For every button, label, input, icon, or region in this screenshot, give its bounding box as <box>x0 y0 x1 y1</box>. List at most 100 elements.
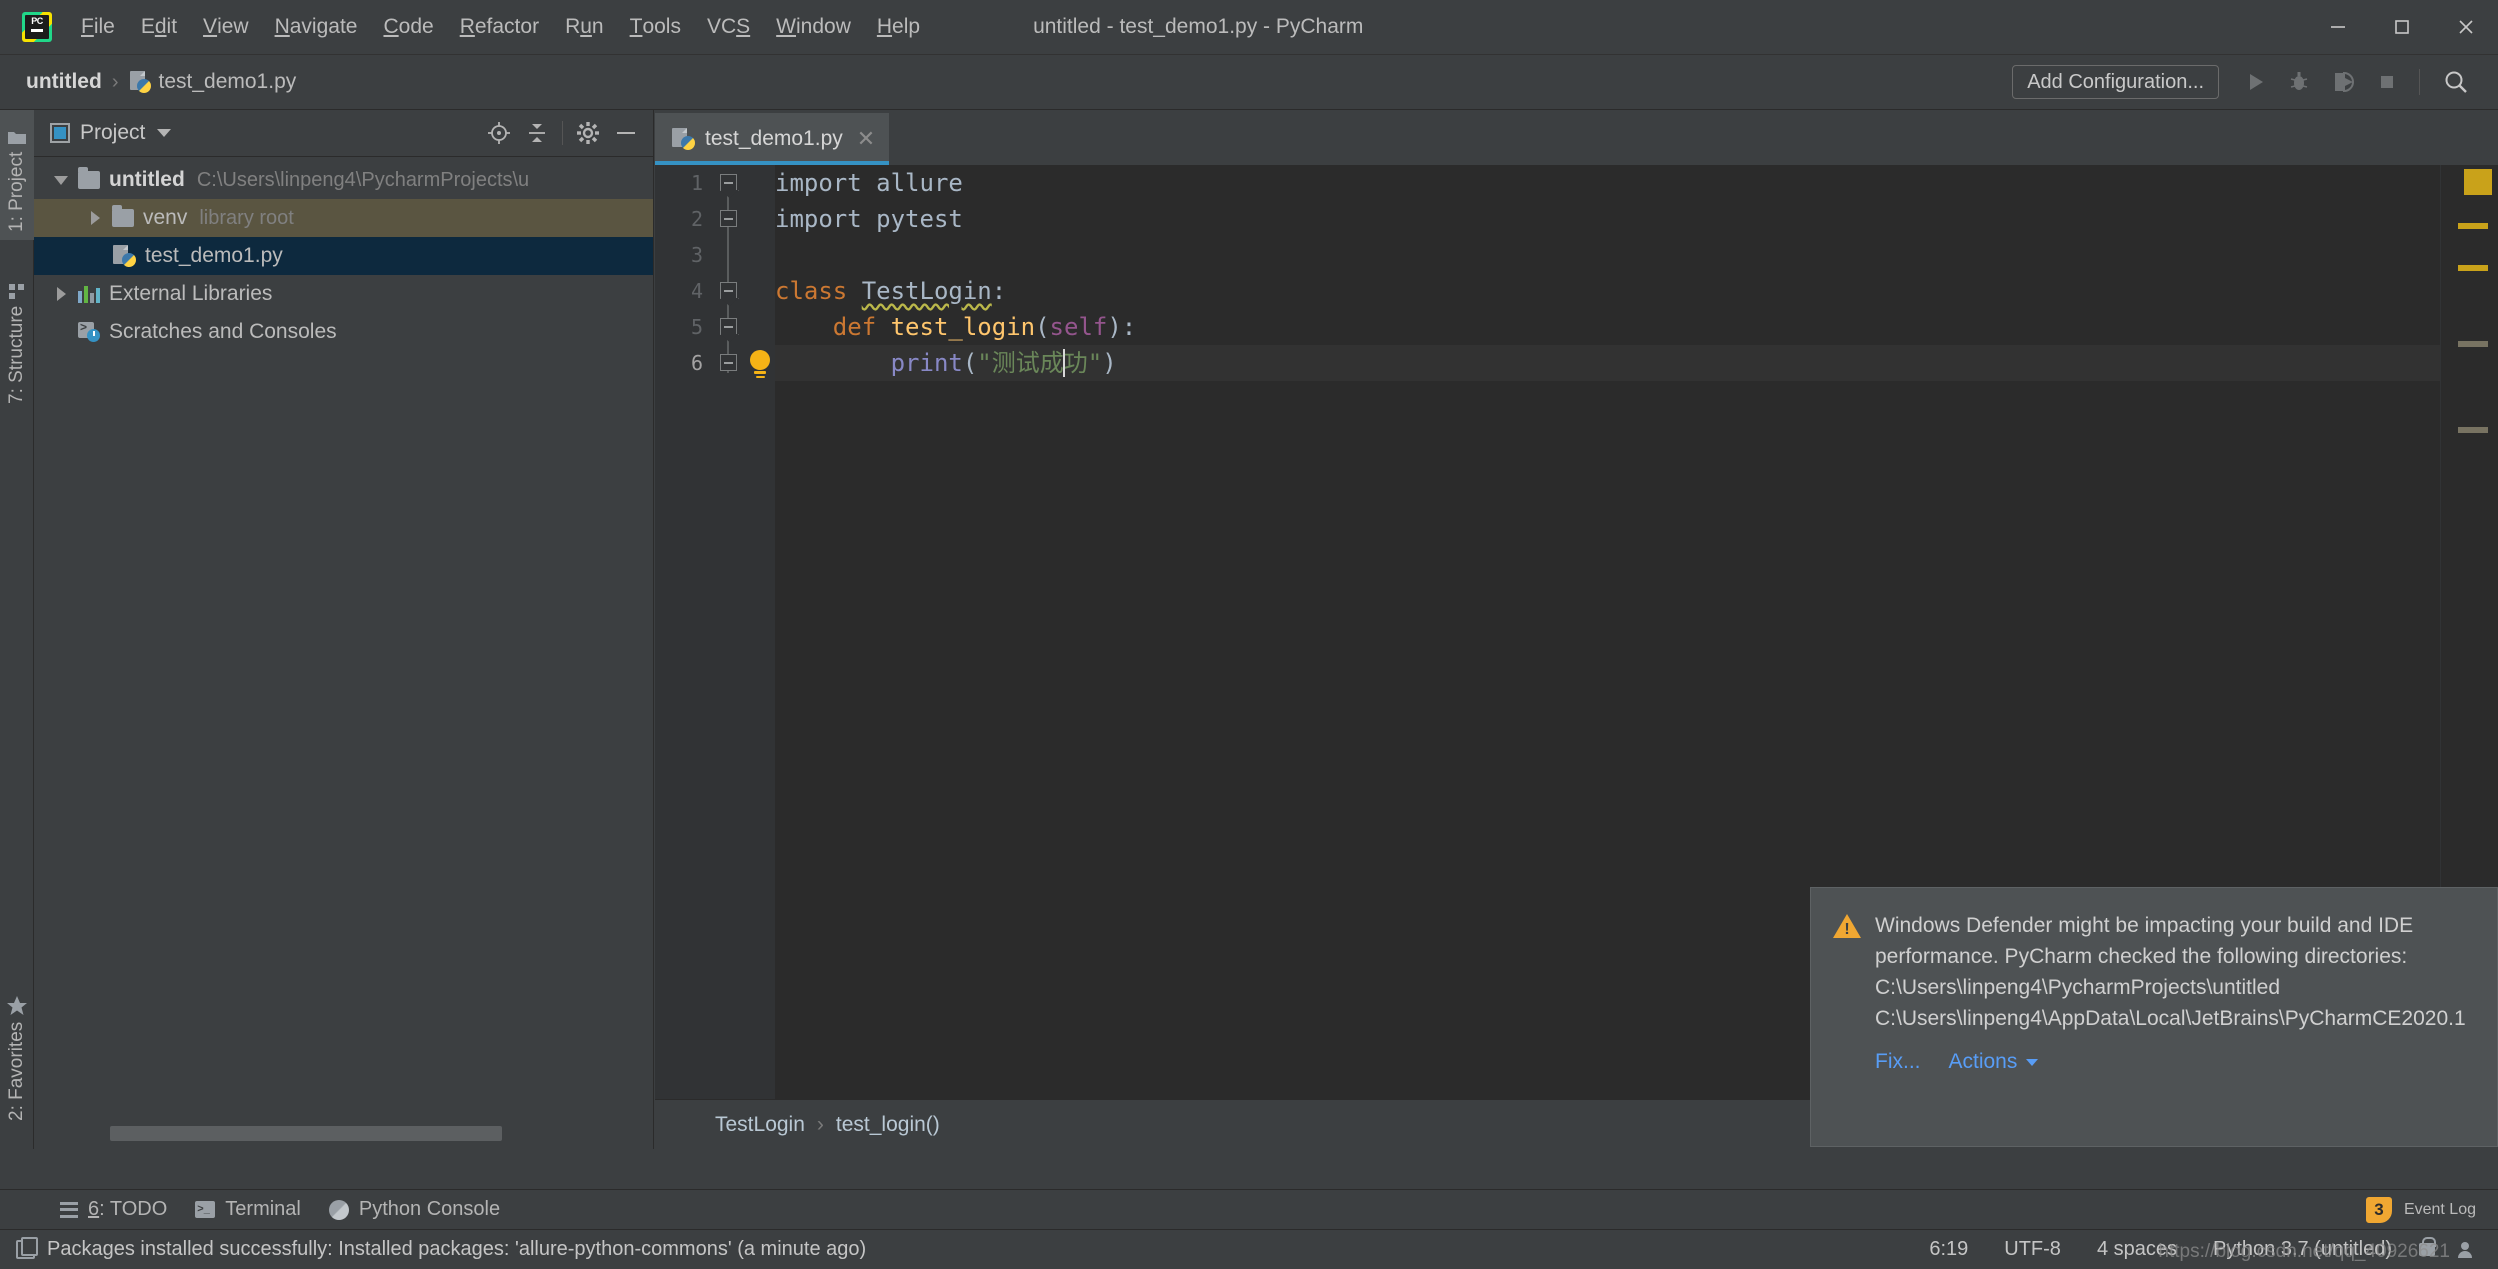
scratches-icon <box>78 320 100 342</box>
event-log-count-badge: 3 <box>2365 1196 2392 1223</box>
close-icon[interactable]: ✕ <box>857 126 875 152</box>
fold-marker[interactable] <box>720 174 737 191</box>
maximize-button[interactable] <box>2370 0 2434 55</box>
menu-item-code[interactable]: Code <box>370 0 446 54</box>
user-icon[interactable] <box>2448 1236 2482 1264</box>
python-file-icon <box>671 128 695 150</box>
indent-widget[interactable]: 4 spaces <box>2079 1238 2195 1261</box>
stripe-label-favorites: 2: Favorites <box>6 1021 27 1121</box>
actions-link[interactable]: Actions <box>1949 1050 2018 1074</box>
bottom-tool-stripe: 6: TODO >_ Terminal Python Console 3 Eve… <box>0 1189 2498 1229</box>
line-number: 3 <box>690 243 703 267</box>
menu-item-run[interactable]: Run <box>552 0 617 54</box>
twisty-down-icon[interactable] <box>44 175 78 185</box>
lock-icon[interactable] <box>2410 1236 2444 1264</box>
fold-marker[interactable] <box>720 210 737 227</box>
status-bar: Packages installed successfully: Install… <box>0 1229 2498 1269</box>
breadcrumb-method[interactable]: test_login() <box>836 1113 940 1137</box>
tree-label: venv <box>143 206 188 229</box>
notification-text: Windows Defender might be impacting your… <box>1875 914 2466 1030</box>
libraries-icon <box>78 285 100 303</box>
menu-item-window[interactable]: Window <box>763 0 864 54</box>
notification-actions: Fix... Actions <box>1875 1050 2471 1074</box>
change-marker[interactable] <box>2458 341 2488 347</box>
breadcrumb-file[interactable]: test_demo1.py <box>125 67 301 97</box>
tree-label: External Libraries <box>109 282 273 305</box>
tool-button-event-log[interactable]: 3 Event Log <box>2365 1196 2498 1223</box>
python-console-label: Python Console <box>358 1198 501 1220</box>
hide-panel-icon[interactable] <box>607 114 645 152</box>
locate-icon[interactable] <box>480 114 518 152</box>
tree-node-scratches-and-consoles[interactable]: Scratches and Consoles <box>34 313 653 351</box>
project-panel-title[interactable]: Project <box>50 121 172 145</box>
menu-item-edit[interactable]: Ed it <box>128 0 190 54</box>
menu-item-navigate[interactable]: Navigate <box>262 0 371 54</box>
caret-position-widget[interactable]: 6:19 <box>1911 1238 1986 1261</box>
tree-label: test_demo1.py <box>145 244 283 267</box>
project-hscrollbar-thumb[interactable] <box>110 1126 502 1141</box>
twisty-right-icon[interactable] <box>78 211 112 225</box>
menu-item-file[interactable]: File <box>68 0 128 54</box>
menu-item-refactor[interactable]: Refactor <box>447 0 552 54</box>
status-message-area[interactable]: Packages installed successfully: Install… <box>16 1237 866 1261</box>
fold-marker[interactable] <box>720 282 737 299</box>
fold-marker[interactable] <box>720 318 737 335</box>
tree-node-venv[interactable]: venv library root <box>34 199 653 237</box>
change-marker[interactable] <box>2458 427 2488 433</box>
menu-item-help[interactable]: Help <box>864 0 933 54</box>
project-panel-toolbar <box>480 114 645 152</box>
breadcrumb-project[interactable]: untitled <box>22 67 106 97</box>
fix-link[interactable]: Fix... <box>1875 1050 1921 1074</box>
debug-icon[interactable] <box>2277 60 2321 104</box>
minimize-button[interactable] <box>2306 0 2370 55</box>
left-tool-stripe: 1: Project 7: Structure 2: Favorites <box>0 110 34 1149</box>
tree-sublabel: C:\Users\linpeng4\PycharmProjects\u <box>196 168 530 191</box>
sidebar-item-favorites[interactable]: 2: Favorites <box>0 959 34 1129</box>
python-file-icon <box>129 71 151 93</box>
title-bar: PC File Ed it View Navigate Code Refactor… <box>0 0 2498 55</box>
toolbar-divider <box>2419 69 2420 95</box>
search-everywhere-icon[interactable] <box>2430 60 2482 104</box>
warning-marker[interactable] <box>2458 265 2488 271</box>
intention-bulb-icon[interactable] <box>747 350 773 378</box>
message-icon <box>16 1237 38 1259</box>
breadcrumb: untitled › test_demo1.py <box>22 67 300 97</box>
tool-button-terminal[interactable]: >_ Terminal <box>181 1190 315 1229</box>
chevron-down-icon[interactable] <box>2026 1058 2039 1066</box>
line-number: 1 <box>690 171 703 195</box>
warning-marker[interactable] <box>2458 223 2488 229</box>
inspection-status-badge[interactable] <box>2464 169 2492 195</box>
sidebar-item-structure[interactable]: 7: Structure <box>0 260 34 412</box>
tree-node-test-demo1-py[interactable]: test_demo1.py <box>34 237 653 275</box>
stop-icon[interactable] <box>2365 60 2409 104</box>
tab-test-demo1-py[interactable]: test_demo1.py ✕ <box>655 113 890 165</box>
project-hscrollbar-track <box>110 1126 650 1141</box>
tool-button-python-console[interactable]: Python Console <box>315 1190 514 1229</box>
menu-item-vcs[interactable]: VC S <box>694 0 763 54</box>
breadcrumb-class[interactable]: TestLogin <box>715 1113 805 1137</box>
code-line: import allure <box>775 169 963 197</box>
gear-icon[interactable] <box>569 114 607 152</box>
tree-node-external-libraries[interactable]: External Libraries <box>34 275 653 313</box>
sidebar-item-project[interactable]: 1: Project <box>0 110 34 240</box>
close-button[interactable] <box>2434 0 2498 55</box>
tool-button-todo[interactable]: 6: TODO <box>46 1190 181 1229</box>
code-line: class TestLogin: <box>775 277 1007 305</box>
tree-node-untitled[interactable]: untitled C:\Users\linpeng4\PycharmProjec… <box>34 161 653 199</box>
menu-item-view[interactable]: View <box>190 0 262 54</box>
add-configuration-button[interactable]: Add Configuration... <box>2012 65 2219 99</box>
fold-marker[interactable] <box>720 354 737 371</box>
chevron-down-icon[interactable] <box>157 129 172 137</box>
terminal-icon: >_ <box>195 1201 216 1218</box>
run-icon[interactable] <box>2233 60 2277 104</box>
interpreter-widget[interactable]: Python 3.7 (untitled) <box>2195 1238 2410 1261</box>
window-controls <box>2306 0 2498 54</box>
editor-gutter: 1 2 3 4 5 6 <box>655 165 775 1099</box>
twisty-right-icon[interactable] <box>44 287 78 301</box>
collapse-all-icon[interactable] <box>518 114 556 152</box>
navigation-bar: untitled › test_demo1.py Add Configurati… <box>0 55 2498 110</box>
menu-item-tools[interactable]: Tools <box>617 0 694 54</box>
encoding-widget[interactable]: UTF-8 <box>1986 1238 2079 1261</box>
run-with-coverage-icon[interactable] <box>2321 60 2365 104</box>
todo-icon <box>60 1201 78 1218</box>
